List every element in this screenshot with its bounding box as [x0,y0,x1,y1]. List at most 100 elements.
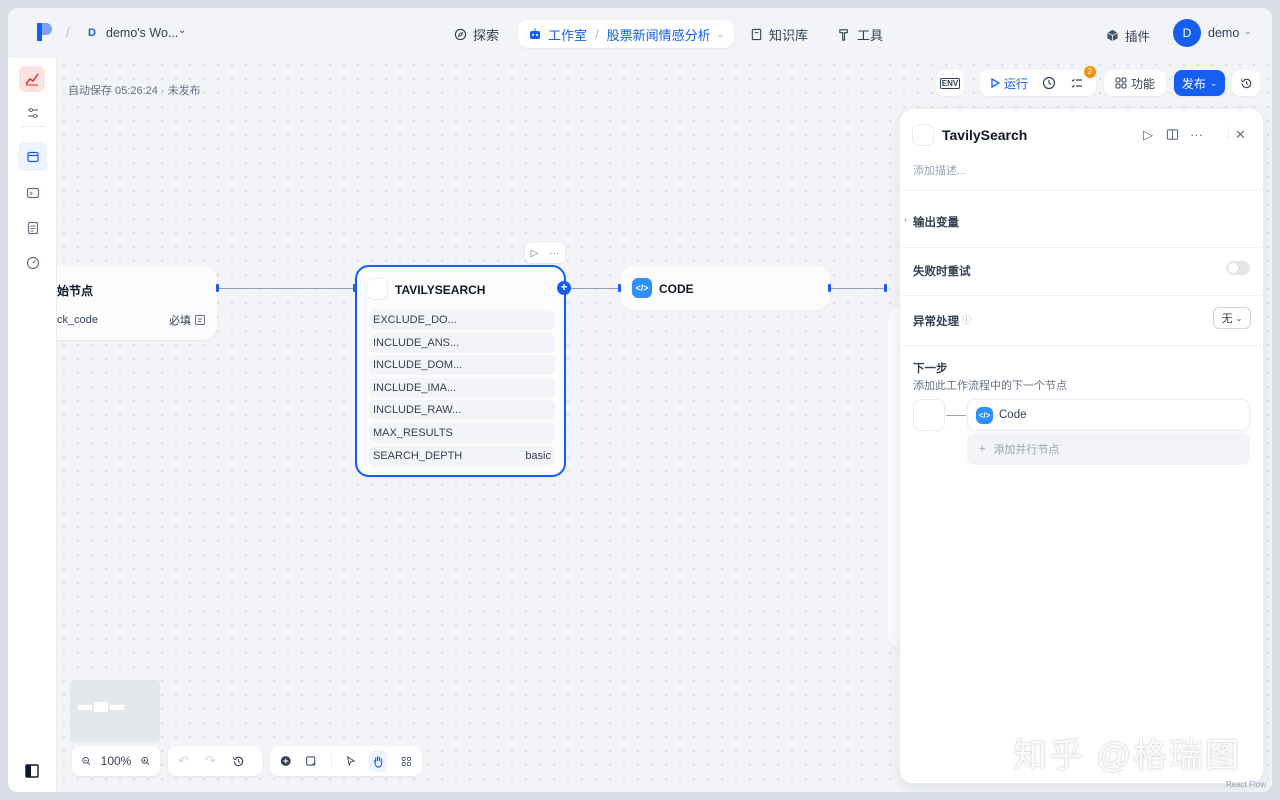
edge-tavily-code[interactable] [566,288,620,289]
text-input-icon [195,315,205,325]
edge-start-tavily[interactable] [218,288,356,289]
tavily-node-title: TAVILYSEARCH [395,283,486,297]
grid-icon [1115,77,1127,89]
redo-icon[interactable]: ↷ [205,753,216,769]
gauge-icon [26,256,39,269]
nav-knowledge[interactable]: 知识库 [740,20,818,48]
run-group: 运行 [980,70,1096,96]
nav-studio-label: 工作室 [548,27,588,43]
minimap-node [94,702,108,712]
chevron-down-icon[interactable]: ⌄ [178,25,186,36]
react-flow-attribution: React Flow [1226,780,1267,789]
sidebar-monitoring[interactable] [18,248,47,277]
next-step-label: 下一步 [913,363,948,375]
start-var-meta: 必填 [169,312,205,328]
cube-icon [1107,29,1118,42]
start-node-out-port[interactable] [216,284,219,292]
plugins-button[interactable]: 插件 [1106,26,1150,45]
retry-toggle[interactable] [1226,261,1250,275]
sidebar-toggle-icon[interactable] [25,764,39,778]
nav-tools-label: 工具 [857,27,884,43]
panel-divider [1228,127,1229,141]
zoom-out-icon[interactable] [82,755,91,767]
next-step-connector [946,415,966,416]
next-node-in-port[interactable] [884,284,887,292]
error-handling-value: 无 [1221,313,1233,325]
tavily-var-row: SEARCH_DEPTH basic [369,446,555,466]
sidebar-settings[interactable] [18,98,47,127]
sidebar-logs[interactable] [18,213,47,242]
code-node-out-port[interactable] [828,284,831,292]
panel-divider [900,345,1263,346]
more-icon[interactable]: ··· [1190,127,1203,142]
sidebar-orchestrate[interactable] [18,142,47,171]
nav-explore[interactable]: 探索 [444,20,509,48]
close-icon[interactable]: ✕ [1235,127,1246,143]
publish-label: 发布 [1181,76,1206,91]
layout-icon[interactable] [401,755,412,768]
split-view-icon[interactable] [1166,128,1179,141]
error-handling-select[interactable]: 无 ⌄ [1213,307,1251,329]
sidebar-api[interactable] [18,178,47,207]
checklist-icon[interactable] [1070,76,1084,90]
tavily-node-in-port[interactable] [353,284,356,292]
tavily-var-row: EXCLUDE_DO... [369,310,555,330]
more-icon[interactable]: ··· [549,248,559,259]
publish-button[interactable]: 发布 ⌄ [1174,70,1225,96]
code-icon: </> [632,278,652,298]
start-node[interactable]: 始节点 ck_code 必填 [57,266,217,340]
history-icon[interactable] [232,755,245,768]
env-button[interactable]: ENV [936,70,964,96]
add-node-plus-icon[interactable]: + [557,281,571,295]
zoom-in-icon[interactable] [141,755,150,767]
sliders-icon [27,107,38,118]
var-name: INCLUDE_DOM... [373,359,463,371]
workspace-name[interactable]: demo's Wo... [106,26,178,40]
code-node-in-port[interactable] [618,284,621,292]
user-avatar[interactable]: D [1173,19,1201,47]
run-button[interactable]: 运行 [990,75,1028,92]
add-note-icon[interactable] [305,754,316,768]
chevron-down-icon[interactable]: ⌄ [717,29,725,40]
panel-node-title[interactable]: TavilySearch [942,127,1027,143]
tavily-var-row: INCLUDE_IMA... [369,378,555,398]
nav-tools[interactable]: 工具 [828,20,893,48]
code-node[interactable]: </> CODE [620,266,830,310]
current-app-name[interactable]: 股票新闻情感分析 [607,25,711,44]
help-icon[interactable]: ⓘ [962,313,971,326]
terminal-icon [26,187,39,198]
play-icon[interactable]: ▷ [531,248,539,259]
next-node-code[interactable]: </> Code [967,399,1250,431]
code-icon: </> [976,406,993,424]
version-history-button[interactable] [1232,70,1260,96]
user-name[interactable]: demo [1208,26,1239,40]
workspace-avatar[interactable]: D [84,25,100,41]
description-input[interactable]: 添加描述... [913,162,966,178]
hand-tool-button[interactable] [369,750,388,772]
var-value: basic [525,450,551,462]
features-button[interactable]: 功能 [1104,70,1166,96]
chevron-right-icon[interactable]: › [904,215,907,224]
add-parallel-node-button[interactable]: + 添加并行节点 [967,433,1250,465]
next-node-label: Code [999,409,1027,421]
app-logo-icon[interactable] [36,22,52,42]
add-node-icon[interactable] [280,754,291,768]
play-icon[interactable]: ▷ [1143,127,1153,143]
zoom-level[interactable]: 100% [101,754,132,768]
minimap[interactable] [70,680,160,742]
output-vars-toggle[interactable]: 输出变量 [913,214,959,230]
history-run-icon[interactable] [1042,76,1056,90]
start-var-required: 必填 [169,315,191,327]
nav-explore-label: 探索 [473,27,500,43]
app-icon[interactable] [19,66,45,92]
nav-studio[interactable]: 工作室 / 股票新闻情感分析 ⌄ [518,20,735,48]
error-handling-label: 异常处理 [913,316,959,328]
next-step-subtitle: 添加此工作流程中的下一个节点 [913,380,1067,392]
edge-code-next[interactable] [830,288,886,289]
chevron-down-icon[interactable]: ⌄ [1244,26,1252,37]
add-parallel-label: 添加并行节点 [993,444,1060,456]
tavily-search-node[interactable]: TAVILYSEARCH EXCLUDE_DO... INCLUDE_ANS..… [355,265,566,477]
window-icon [26,151,39,162]
pointer-icon[interactable] [346,755,356,767]
undo-icon[interactable]: ↶ [178,753,189,769]
